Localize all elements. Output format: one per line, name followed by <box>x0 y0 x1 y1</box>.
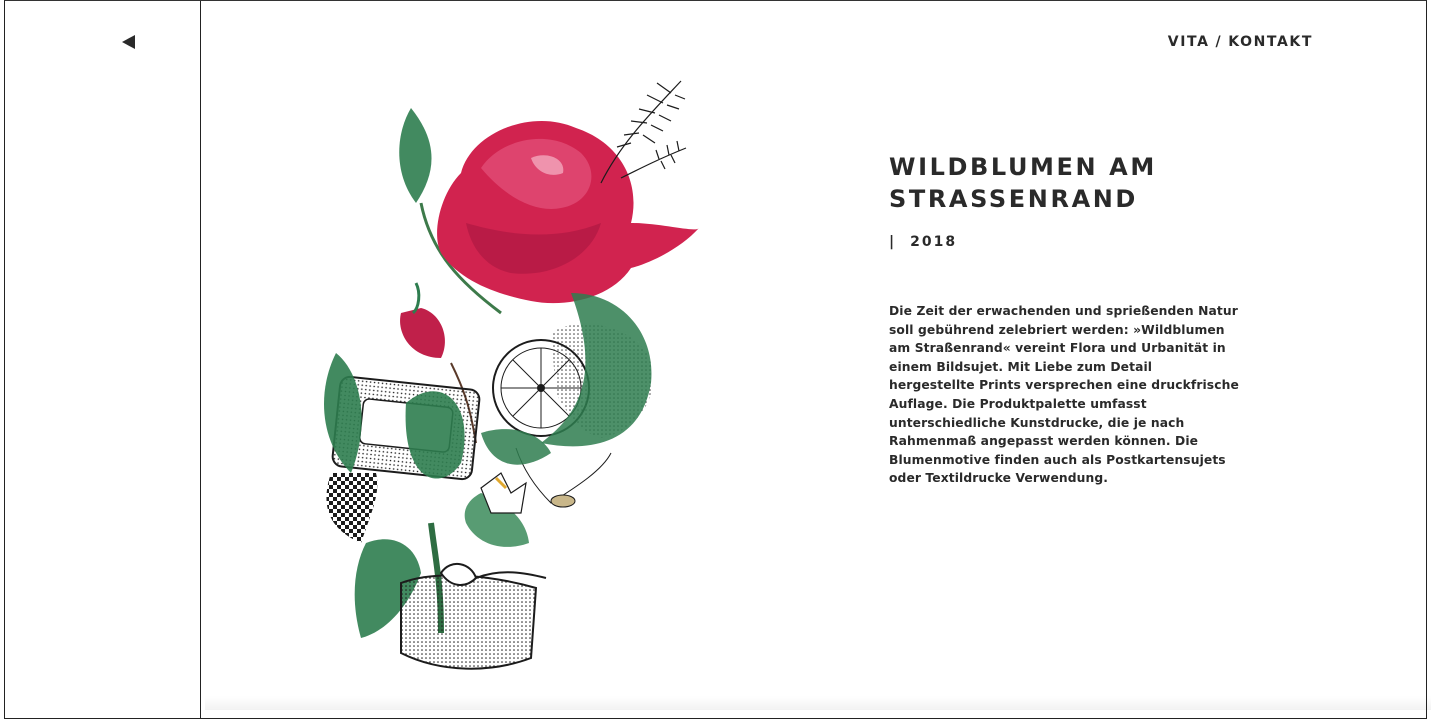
artwork-illustration <box>324 80 699 670</box>
nav-link-kontakt[interactable]: KONTAKT <box>1228 34 1313 50</box>
project-year-line: | 2018 <box>889 234 1239 250</box>
project-year: 2018 <box>910 234 958 250</box>
year-marker: | <box>889 234 897 250</box>
page-frame: VITA / KONTAKT WILDBLUMEN AM STRASSENRAN… <box>4 0 1431 719</box>
project-info: WILDBLUMEN AM STRASSENRAND | 2018 Die Ze… <box>889 151 1239 500</box>
top-navigation: VITA / KONTAKT <box>1168 34 1313 50</box>
sidebar <box>5 1 201 718</box>
project-description: Die Zeit der erwachenden und sprießenden… <box>889 304 1239 486</box>
nav-separator: / <box>1215 34 1223 50</box>
project-title: WILDBLUMEN AM STRASSENRAND <box>889 153 1157 213</box>
rose <box>437 120 699 304</box>
nav-link-vita[interactable]: VITA <box>1168 34 1210 50</box>
package <box>400 563 547 670</box>
back-arrow-icon <box>122 35 135 49</box>
bottom-shadow <box>205 696 1431 710</box>
back-button[interactable] <box>121 34 139 52</box>
